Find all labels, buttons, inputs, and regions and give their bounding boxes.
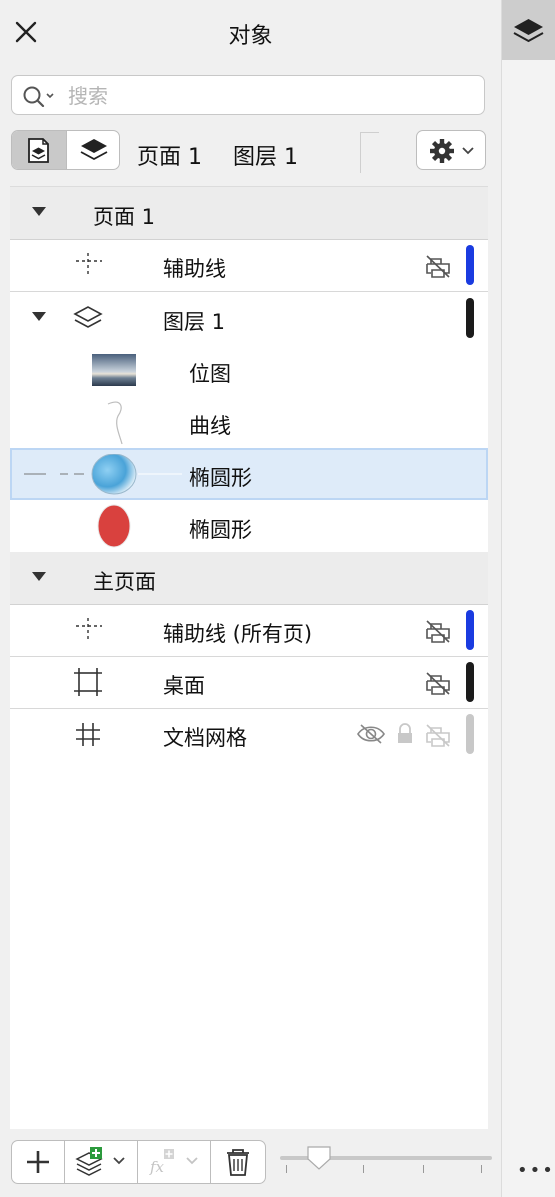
tree-section-master[interactable]: 主页面 bbox=[10, 552, 488, 605]
layer-color-bar[interactable] bbox=[466, 714, 474, 754]
gear-icon bbox=[430, 139, 474, 163]
row-label: 辅助线 bbox=[163, 257, 226, 281]
row-label: 椭圆形 bbox=[189, 466, 252, 490]
search-icon bbox=[23, 86, 54, 107]
row-label: 辅助线 (所有页) bbox=[163, 622, 313, 646]
section-label: 页面 1 bbox=[93, 205, 156, 229]
tree-row-guides[interactable]: 辅助线 bbox=[10, 239, 488, 292]
row-label: 图层 1 bbox=[163, 310, 226, 334]
slider-tick bbox=[481, 1165, 482, 1173]
tree-row-layer1[interactable]: 图层 1 bbox=[10, 292, 488, 344]
tree-row-desktop[interactable]: 桌面 bbox=[10, 656, 488, 709]
options-button[interactable] bbox=[416, 130, 486, 170]
layers-panel-tab[interactable] bbox=[502, 0, 555, 60]
disclosure-triangle-icon[interactable] bbox=[32, 572, 46, 581]
breadcrumb-divider bbox=[360, 132, 379, 173]
page-layers-icon bbox=[28, 138, 49, 163]
tree-row-ellipse-red[interactable]: 椭圆形 bbox=[10, 500, 488, 553]
slider-tick bbox=[286, 1165, 287, 1173]
search-box[interactable] bbox=[11, 75, 485, 115]
add-master-layer-icon bbox=[75, 1147, 125, 1176]
layer-icon bbox=[73, 306, 103, 328]
print-disabled-icon[interactable] bbox=[424, 722, 452, 748]
curve-thumbnail bbox=[107, 401, 123, 445]
slider-thumb[interactable] bbox=[306, 1145, 332, 1171]
print-disabled-icon[interactable] bbox=[424, 618, 452, 644]
object-tree: 页面 1 辅助线 图层 1 位图 曲线 椭圆形 椭圆形 主页面 辅助线 (所有页… bbox=[10, 186, 488, 1129]
desktop-icon bbox=[74, 668, 102, 696]
bottom-toolbar: fx bbox=[0, 1130, 501, 1197]
tree-row-curve[interactable]: 曲线 bbox=[10, 396, 488, 448]
search-input[interactable] bbox=[66, 80, 470, 112]
ellipse-red-thumbnail bbox=[97, 504, 131, 548]
disclosure-triangle-icon[interactable] bbox=[32, 312, 46, 321]
row-label: 椭圆形 bbox=[189, 518, 252, 542]
new-layer-button[interactable] bbox=[11, 1140, 65, 1184]
plus-icon bbox=[27, 1151, 49, 1173]
tree-row-bitmap[interactable]: 位图 bbox=[10, 344, 488, 396]
tree-row-document-grid[interactable]: 文档网格 bbox=[10, 708, 488, 760]
side-tab-strip bbox=[502, 0, 555, 1197]
svg-text:fx: fx bbox=[149, 1158, 165, 1176]
more-options-icon[interactable]: ••• bbox=[517, 1160, 555, 1181]
delete-button[interactable] bbox=[210, 1140, 266, 1184]
breadcrumb-page[interactable]: 页面 1 bbox=[137, 139, 202, 171]
tree-section-page1[interactable]: 页面 1 bbox=[10, 187, 488, 240]
bitmap-thumbnail bbox=[92, 354, 136, 386]
row-label: 桌面 bbox=[163, 674, 205, 698]
layer-color-bar[interactable] bbox=[466, 610, 474, 650]
row-label: 曲线 bbox=[189, 414, 231, 438]
layer-view-button[interactable] bbox=[67, 131, 119, 169]
view-toolbar: 页面 1 图层 1 bbox=[0, 128, 501, 176]
print-disabled-icon[interactable] bbox=[424, 253, 452, 279]
grid-icon bbox=[76, 723, 100, 746]
panel-header: 对象 bbox=[0, 0, 501, 64]
chevron-down-icon bbox=[462, 147, 474, 155]
new-effect-button[interactable]: fx bbox=[137, 1140, 211, 1184]
print-disabled-icon[interactable] bbox=[424, 670, 452, 696]
objects-panel: 对象 搜索 页面 1 图层 1 页面 1 辅助线 图层 1 位图 曲线 椭圆形 … bbox=[0, 0, 502, 1197]
guides-icon bbox=[76, 253, 102, 277]
layers-icon bbox=[513, 19, 544, 43]
tree-row-guides-all-pages[interactable]: 辅助线 (所有页) bbox=[10, 604, 488, 657]
layer-color-bar[interactable] bbox=[466, 298, 474, 338]
row-label: 文档网格 bbox=[163, 726, 247, 750]
layer-color-bar[interactable] bbox=[466, 245, 474, 285]
visibility-hidden-icon[interactable] bbox=[356, 723, 386, 745]
ellipse-blue-thumbnail bbox=[24, 454, 182, 495]
layers-icon bbox=[80, 139, 108, 161]
new-master-layer-button[interactable] bbox=[64, 1140, 138, 1184]
view-mode-segmented bbox=[11, 130, 120, 170]
lock-icon[interactable] bbox=[396, 722, 414, 746]
page-view-button[interactable] bbox=[12, 131, 67, 169]
slider-tick bbox=[423, 1165, 424, 1173]
slider-tick bbox=[363, 1165, 364, 1173]
fx-icon: fx bbox=[149, 1149, 198, 1176]
tree-row-ellipse-selected[interactable]: 椭圆形 bbox=[10, 448, 488, 500]
guides-icon bbox=[76, 618, 102, 642]
breadcrumb-layer[interactable]: 图层 1 bbox=[233, 139, 298, 171]
panel-title: 对象 bbox=[228, 24, 273, 49]
section-label: 主页面 bbox=[93, 570, 156, 594]
trash-icon bbox=[227, 1149, 249, 1176]
layer-color-bar[interactable] bbox=[466, 662, 474, 702]
row-label: 位图 bbox=[189, 362, 231, 386]
disclosure-triangle-icon[interactable] bbox=[32, 207, 46, 216]
